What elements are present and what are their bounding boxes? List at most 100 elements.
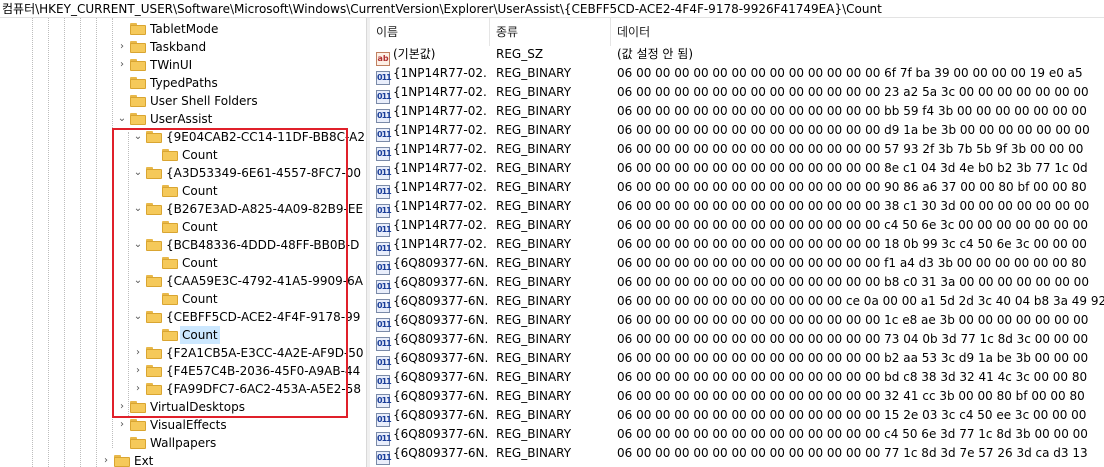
list-item[interactable]: 011 {1NP14R77-02... REG_BINARY 06 00 00 00 … [370,235,1104,256]
folder-icon [114,455,130,467]
list-item[interactable]: 011 {1NP14R77-02... REG_BINARY 06 00 00 00 … [370,178,1104,199]
value-type: REG_BINARY [496,85,572,99]
value-name: 011 {1NP14R77-02... [376,159,488,180]
chevron-down-icon[interactable]: ⌄ [132,308,144,326]
value-type: REG_BINARY [496,332,572,346]
value-data: (값 설정 안 됨) [617,47,694,61]
list-item[interactable]: 011 {6Q809377-6N... REG_BINARY 06 00 00 00 … [370,254,1104,275]
value-data: 06 00 00 00 00 00 00 00 00 00 00 00 00 0… [617,66,1083,80]
tree-item-guid[interactable]: ⌄ {B267E3AD-A825-4A09-82B9-EE [0,200,366,218]
list-item[interactable]: 011 {6Q809377-6N... REG_BINARY 06 00 00 00 … [370,425,1104,446]
tree-item-virtualdesktops[interactable]: › VirtualDesktops [0,398,366,416]
folder-open-icon [130,113,146,125]
list-item[interactable]: 011 {6Q809377-6N... REG_BINARY 06 00 00 00 … [370,387,1104,408]
folder-icon [130,77,146,89]
chevron-right-icon[interactable]: › [100,452,112,467]
value-type: REG_BINARY [496,237,572,251]
tree-item-ext[interactable]: › Ext [0,452,366,467]
tree-item-visualeffects[interactable]: › VisualEffects [0,416,366,434]
tree-item-user-shell-folders[interactable]: User Shell Folders [0,92,366,110]
list-item[interactable]: 011 {6Q809377-6N... REG_BINARY 06 00 00 00 … [370,349,1104,370]
list-item[interactable]: 011 {1NP14R77-02... REG_BINARY 06 00 00 00 … [370,102,1104,123]
list-item[interactable]: 011 {6Q809377-6N... REG_BINARY 06 00 00 00 … [370,368,1104,389]
chevron-right-icon[interactable]: › [132,362,144,380]
values-list[interactable]: 이름 종류 데이터 ab (기본값) REG_SZ (값 설정 안 됨) 011 {1NP… [370,18,1104,467]
tree-item-guid[interactable]: › {FA99DFC7-6AC2-453A-A5E2-58 [0,380,366,398]
tree-item-count[interactable]: Count [0,146,366,164]
tree-item-taskband[interactable]: › Taskband [0,38,366,56]
value-name: 011 {1NP14R77-02... [376,216,488,237]
chevron-right-icon[interactable]: › [116,398,128,416]
list-item[interactable]: 011 {1NP14R77-02... REG_BINARY 06 00 00 00 … [370,216,1104,237]
tree-item-count[interactable]: Count [0,290,366,308]
list-item[interactable]: 011 {6Q809377-6N... REG_BINARY 06 00 00 00 … [370,444,1104,465]
list-item[interactable]: 011 {1NP14R77-02... REG_BINARY 06 00 00 00 … [370,121,1104,142]
tree-item-guid[interactable]: ⌄ {9E04CAB2-CC14-11DF-BB8C-A2 [0,128,366,146]
folder-open-icon [146,203,162,215]
value-name: 011 {1NP14R77-02... [376,178,488,199]
tree-item-count[interactable]: Count [0,254,366,272]
column-header-type[interactable]: 종류 [490,18,611,46]
tree-item-guid[interactable]: › {F4E57C4B-2036-45F0-A9AB-44 [0,362,366,380]
list-item[interactable]: 011 {1NP14R77-02... REG_BINARY 06 00 00 00 … [370,64,1104,85]
value-type: REG_BINARY [496,123,572,137]
list-item[interactable]: 011 {1NP14R77-02... REG_BINARY 06 00 00 00 … [370,83,1104,104]
chevron-right-icon[interactable]: › [132,380,144,398]
chevron-right-icon[interactable]: › [116,416,128,434]
tree-item-wallpapers[interactable]: Wallpapers [0,434,366,452]
value-type: REG_BINARY [496,294,572,308]
column-header-data[interactable]: 데이터 [611,18,1104,46]
tree-item-guid[interactable]: ⌄ {CEBFF5CD-ACE2-4F4F-9178-99 [0,308,366,326]
tree-item-count[interactable]: Count [0,182,366,200]
column-header-name[interactable]: 이름 [370,18,490,46]
chevron-down-icon[interactable]: ⌄ [132,200,144,218]
value-type: REG_BINARY [496,313,572,327]
list-item[interactable]: 011 {1NP14R77-02... REG_BINARY 06 00 00 00 … [370,197,1104,218]
tree-item-count-selected[interactable]: Count [0,326,366,344]
value-type: REG_BINARY [496,66,572,80]
tree-item-guid[interactable]: ⌄ {CAA59E3C-4792-41A5-9909-6A [0,272,366,290]
tree-item-tabletmode[interactable]: TabletMode [0,20,366,38]
chevron-down-icon[interactable]: ⌄ [132,272,144,290]
value-name: 011 {1NP14R77-02... [376,121,488,142]
tree-item-count[interactable]: Count [0,218,366,236]
list-item[interactable]: 011 {6Q809377-6N... REG_BINARY 06 00 00 00 … [370,406,1104,427]
chevron-down-icon[interactable]: ⌄ [132,128,144,146]
chevron-right-icon[interactable]: › [116,38,128,56]
chevron-down-icon[interactable]: ⌄ [116,110,128,128]
list-item[interactable]: 011 {6Q809377-6N... REG_BINARY 06 00 00 00 … [370,330,1104,351]
value-name: 011 {6Q809377-6N... [376,273,488,294]
tree-item-guid[interactable]: › {F2A1CB5A-E3CC-4A2E-AF9D-50 [0,344,366,362]
folder-icon [162,221,178,233]
value-name: 011 {6Q809377-6N... [376,330,488,351]
list-item[interactable]: 011 {1NP14R77-02... REG_BINARY 06 00 00 00 … [370,159,1104,180]
list-item[interactable]: 011 {6Q809377-6N... REG_BINARY 06 00 00 00 … [370,273,1104,294]
value-data: 06 00 00 00 00 00 00 00 00 00 00 00 00 0… [617,104,1087,118]
tree-item-guid[interactable]: ⌄ {A3D53349-6E61-4557-8FC7-00 [0,164,366,182]
chevron-right-icon[interactable]: › [116,56,128,74]
chevron-down-icon[interactable]: ⌄ [132,236,144,254]
list-item[interactable]: 011 {1NP14R77-02... REG_BINARY 06 00 00 00 … [370,140,1104,161]
folder-open-icon [146,131,162,143]
value-name: 011 {6Q809377-6N... [376,368,488,389]
value-name: 011 {6Q809377-6N... [376,444,488,465]
binary-value-icon: 011 [376,451,392,465]
list-item[interactable]: 011 {6Q809377-6N... REG_BINARY 06 00 00 00 … [370,292,1104,313]
value-type: REG_BINARY [496,351,572,365]
tree-item-guid[interactable]: ⌄ {BCB48336-4DDD-48FF-BB0B-D [0,236,366,254]
value-name: 011 {1NP14R77-02... [376,197,488,218]
value-name: 011 {6Q809377-6N... [376,292,488,313]
chevron-right-icon[interactable]: › [132,344,144,362]
folder-icon [130,401,146,413]
registry-tree[interactable]: TabletMode › Taskband › TWinUI TypedPath… [0,18,366,467]
chevron-down-icon[interactable]: ⌄ [132,164,144,182]
value-data: 06 00 00 00 00 00 00 00 00 00 00 00 00 0… [617,123,1090,137]
address-bar[interactable]: 컴퓨터\HKEY_CURRENT_USER\Software\Microsoft… [0,0,1104,18]
list-item[interactable]: 011 {6Q809377-6N... REG_BINARY 06 00 00 00 … [370,311,1104,332]
tree-item-userassist[interactable]: ⌄ UserAssist [0,110,366,128]
tree-item-typedpaths[interactable]: TypedPaths [0,74,366,92]
tree-item-twinui[interactable]: › TWinUI [0,56,366,74]
value-name: 011 {1NP14R77-02... [376,83,488,104]
list-item[interactable]: ab (기본값) REG_SZ (값 설정 안 됨) [370,45,1104,66]
value-type: REG_BINARY [496,199,572,213]
